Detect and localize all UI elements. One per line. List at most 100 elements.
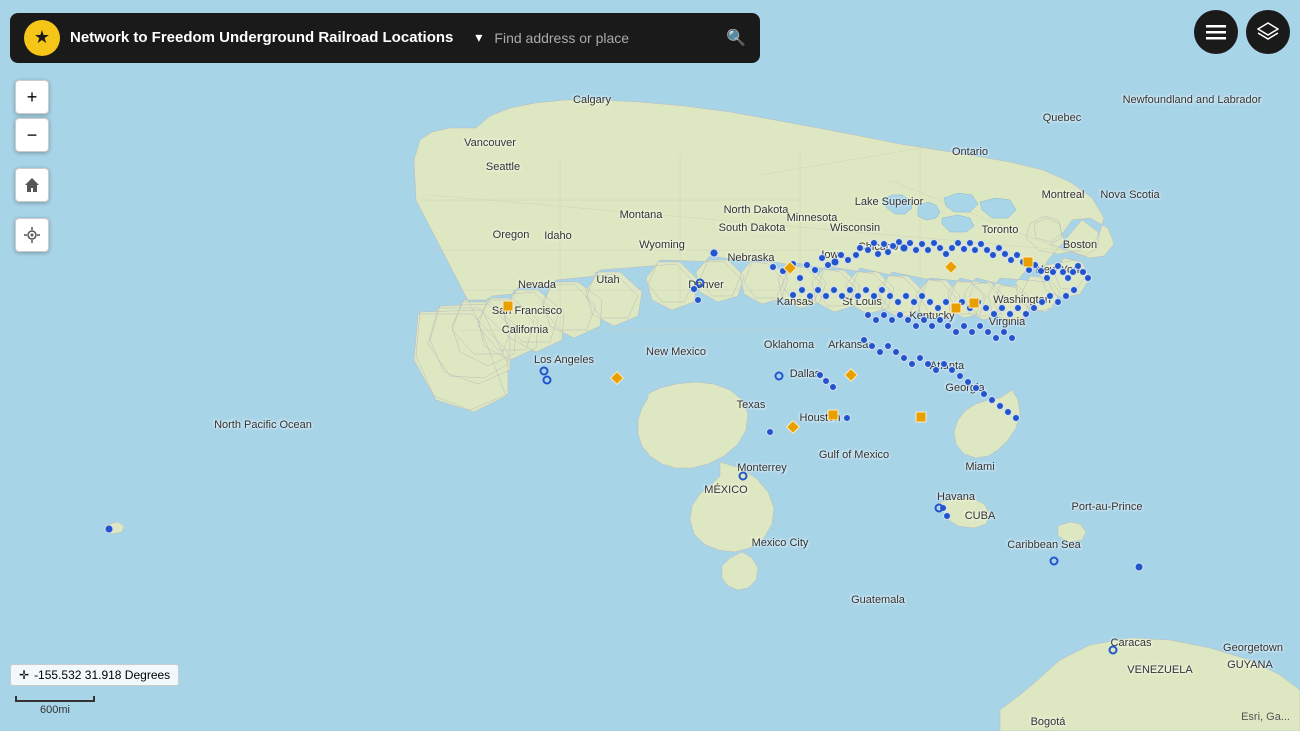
map-marker-blue[interactable]	[972, 384, 980, 392]
map-marker-blue[interactable]	[798, 286, 806, 294]
map-marker-blue[interactable]	[1000, 328, 1008, 336]
map-marker-gold-square[interactable]	[969, 298, 980, 309]
map-marker-blue[interactable]	[846, 286, 854, 294]
map-marker-blue[interactable]	[942, 298, 950, 306]
map-marker-blue[interactable]	[924, 246, 932, 254]
map-marker-blue[interactable]	[1038, 298, 1046, 306]
map-marker-blue[interactable]	[980, 390, 988, 398]
menu-button[interactable]	[1194, 10, 1238, 54]
zoom-out-button[interactable]: −	[15, 118, 49, 152]
map-marker-blue[interactable]	[878, 286, 886, 294]
map-marker-blue[interactable]	[952, 328, 960, 336]
map-marker-blue[interactable]	[803, 261, 811, 269]
map-marker-blue[interactable]	[874, 250, 882, 258]
map-marker-blue[interactable]	[1022, 310, 1030, 318]
map-marker-blue[interactable]	[928, 322, 936, 330]
map-marker-blue[interactable]	[806, 292, 814, 300]
map-marker-gold-square[interactable]	[1023, 257, 1034, 268]
map-marker-blue-empty[interactable]	[1109, 646, 1118, 655]
map-marker-blue[interactable]	[1135, 563, 1144, 572]
map-marker-blue[interactable]	[1008, 334, 1016, 342]
map-marker-blue[interactable]	[988, 396, 996, 404]
map-marker-blue[interactable]	[982, 304, 990, 312]
map-marker-blue[interactable]	[1070, 286, 1078, 294]
home-button[interactable]	[15, 168, 49, 202]
map-marker-blue[interactable]	[902, 292, 910, 300]
map-marker-blue[interactable]	[854, 292, 862, 300]
map-marker-blue-empty[interactable]	[739, 472, 748, 481]
map-marker-blue[interactable]	[943, 512, 951, 520]
map-marker-blue-empty[interactable]	[1050, 557, 1059, 566]
map-marker-blue[interactable]	[932, 366, 940, 374]
map-marker-blue[interactable]	[1062, 292, 1070, 300]
map-marker-blue[interactable]	[956, 372, 964, 380]
map-marker-blue[interactable]	[998, 304, 1006, 312]
map-marker-blue[interactable]	[908, 360, 916, 368]
map-marker-blue[interactable]	[766, 428, 774, 436]
map-marker-blue[interactable]	[910, 298, 918, 306]
map-marker-blue[interactable]	[992, 334, 1000, 342]
map-marker-blue[interactable]	[989, 251, 997, 259]
map-marker-blue[interactable]	[960, 322, 968, 330]
map-marker-blue[interactable]	[1012, 414, 1020, 422]
search-dropdown-button[interactable]: ▾	[467, 23, 490, 52]
map-marker-blue[interactable]	[1004, 408, 1012, 416]
map-marker-blue[interactable]	[1006, 310, 1014, 318]
map-marker-blue[interactable]	[843, 414, 851, 422]
map-marker-blue[interactable]	[894, 298, 902, 306]
map-marker-blue[interactable]	[870, 239, 878, 247]
map-marker-blue[interactable]	[964, 378, 972, 386]
map-marker-blue[interactable]	[990, 310, 998, 318]
search-button[interactable]: 🔍	[718, 22, 754, 54]
map-marker-blue[interactable]	[838, 292, 846, 300]
map-marker-blue[interactable]	[976, 322, 984, 330]
map-marker-blue[interactable]	[105, 525, 114, 534]
map-marker-blue[interactable]	[1030, 304, 1038, 312]
map-marker-blue[interactable]	[852, 251, 860, 259]
map-marker-blue[interactable]	[886, 292, 894, 300]
map-marker-gold-square[interactable]	[951, 303, 962, 314]
map-marker-blue[interactable]	[822, 292, 830, 300]
map-marker-blue[interactable]	[710, 249, 719, 258]
map-marker-blue[interactable]	[926, 298, 934, 306]
map-marker-blue[interactable]	[912, 322, 920, 330]
map-marker-gold-square[interactable]	[503, 301, 514, 312]
map-marker-blue[interactable]	[811, 266, 819, 274]
map-marker-blue-empty[interactable]	[935, 504, 944, 513]
map-marker-blue[interactable]	[934, 304, 942, 312]
map-marker-blue[interactable]	[880, 311, 888, 319]
map-marker-blue[interactable]	[916, 354, 924, 362]
map-marker-blue[interactable]	[936, 316, 944, 324]
map-marker-blue[interactable]	[876, 348, 884, 356]
map-marker-blue[interactable]	[940, 360, 948, 368]
map-marker-blue[interactable]	[984, 328, 992, 336]
map-marker-blue[interactable]	[870, 292, 878, 300]
locate-button[interactable]	[15, 218, 49, 252]
map-marker-blue[interactable]	[789, 291, 797, 299]
map-marker-blue[interactable]	[924, 360, 932, 368]
map-marker-blue-empty[interactable]	[543, 376, 552, 385]
map-marker-gold-square[interactable]	[916, 412, 927, 423]
zoom-in-button[interactable]: +	[15, 80, 49, 114]
map-marker-blue[interactable]	[1054, 298, 1062, 306]
map-marker-blue-empty[interactable]	[696, 279, 705, 288]
map-marker-blue[interactable]	[856, 244, 864, 252]
map-marker-blue[interactable]	[796, 274, 804, 282]
map-marker-blue[interactable]	[814, 286, 822, 294]
map-marker-blue[interactable]	[1084, 274, 1092, 282]
map-marker-blue[interactable]	[769, 263, 777, 271]
map-marker-blue[interactable]	[944, 322, 952, 330]
map-marker-blue[interactable]	[918, 292, 926, 300]
search-bar[interactable]: ▾ 🔍	[467, 13, 760, 63]
map-marker-blue[interactable]	[862, 286, 870, 294]
map-marker-blue[interactable]	[864, 311, 872, 319]
map-marker-blue[interactable]	[884, 342, 892, 350]
map-marker-blue[interactable]	[831, 258, 840, 267]
map-marker-blue[interactable]	[920, 316, 928, 324]
map-marker-blue[interactable]	[896, 311, 904, 319]
map-marker-blue-empty[interactable]	[540, 367, 549, 376]
map-marker-blue[interactable]	[900, 354, 908, 362]
search-input[interactable]	[494, 30, 714, 46]
layers-button[interactable]	[1246, 10, 1290, 54]
map-marker-blue[interactable]	[892, 348, 900, 356]
